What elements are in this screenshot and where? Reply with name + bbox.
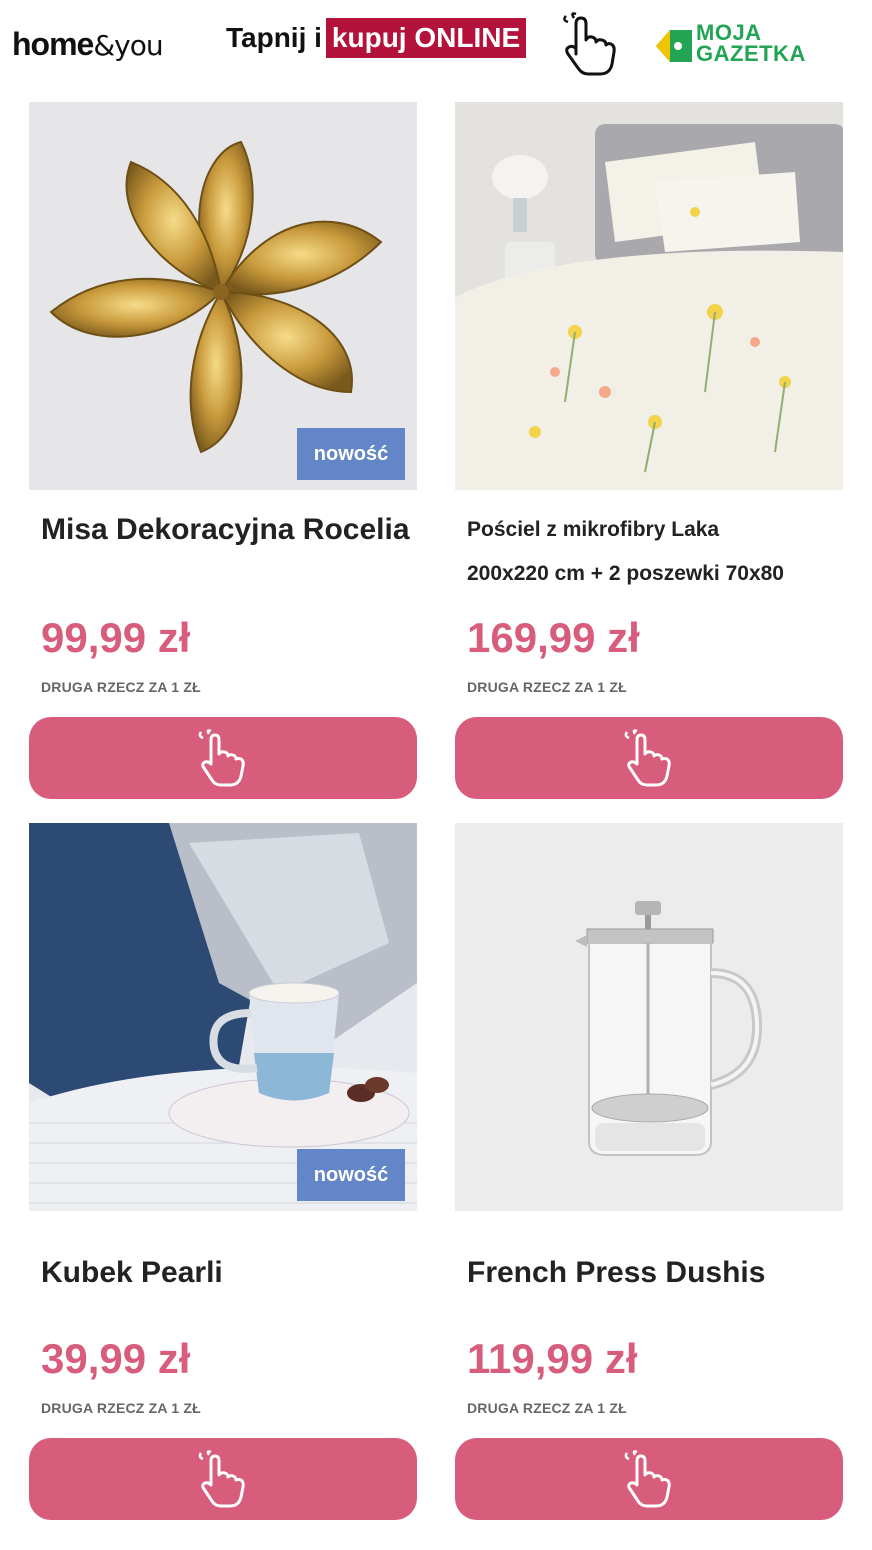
product-image[interactable] xyxy=(455,102,843,490)
bedding-image xyxy=(455,102,843,490)
new-badge: nowość xyxy=(297,428,405,480)
home-and-you-logo[interactable]: home&you xyxy=(12,26,164,63)
hand-pointer-icon xyxy=(198,729,245,787)
new-badge: nowość xyxy=(297,1149,405,1201)
promo-note: DRUGA RZECZ ZA 1 ZŁ xyxy=(467,1400,627,1416)
buy-online-button[interactable] xyxy=(455,717,843,799)
tag-icon xyxy=(656,30,692,62)
product-image[interactable] xyxy=(455,823,843,1211)
cta-highlight: kupuj ONLINE xyxy=(325,18,527,58)
product-card-french-press-dushis: French Press Dushis 119,99 zł DRUGA RZEC… xyxy=(455,823,843,1523)
product-title: Kubek Pearli xyxy=(41,1256,223,1289)
buy-online-button[interactable] xyxy=(29,717,417,799)
buy-online-button[interactable] xyxy=(455,1438,843,1520)
product-image[interactable]: nowość xyxy=(29,823,417,1211)
product-card-posciel-laka: Pościel z mikrofibry Laka 200x220 cm + 2… xyxy=(455,102,843,802)
promo-note: DRUGA RZECZ ZA 1 ZŁ xyxy=(467,679,627,695)
tap-to-buy-online-banner[interactable]: Tapnij i kupuj ONLINE xyxy=(226,18,527,58)
hand-pointer-icon xyxy=(624,1450,671,1508)
product-price: 119,99 zł xyxy=(467,1335,638,1382)
hand-pointer-icon xyxy=(624,729,671,787)
product-price: 169,99 zł xyxy=(467,614,640,661)
product-title: Misa Dekoracyjna Rocelia xyxy=(41,513,410,546)
hand-pointer-icon xyxy=(198,1450,245,1508)
moja-gazetka-logo[interactable]: MOJA GAZETKA xyxy=(654,22,834,72)
promo-note: DRUGA RZECZ ZA 1 ZŁ xyxy=(41,1400,201,1416)
gazetka-text: MOJA GAZETKA xyxy=(696,20,806,66)
hand-pointer-icon xyxy=(563,12,616,76)
promo-note: DRUGA RZECZ ZA 1 ZŁ xyxy=(41,679,201,695)
product-title: Pościel z mikrofibry Laka 200x220 cm + 2… xyxy=(467,518,784,585)
buy-online-button[interactable] xyxy=(29,1438,417,1520)
cta-text: Tapnij i xyxy=(226,22,322,53)
product-price: 39,99 zł xyxy=(41,1335,191,1382)
product-title: French Press Dushis xyxy=(467,1256,766,1289)
product-card-misa-rocelia: nowość Misa Dekoracyjna Rocelia 99,99 zł… xyxy=(29,102,417,802)
product-price: 99,99 zł xyxy=(41,614,191,661)
product-image[interactable]: nowość xyxy=(29,102,417,490)
header: home&you Tapnij i kupuj ONLINE MOJA GAZE… xyxy=(0,0,872,92)
french-press-image xyxy=(455,823,843,1211)
product-card-kubek-pearli: nowość Kubek Pearli 39,99 zł DRUGA RZECZ… xyxy=(29,823,417,1523)
